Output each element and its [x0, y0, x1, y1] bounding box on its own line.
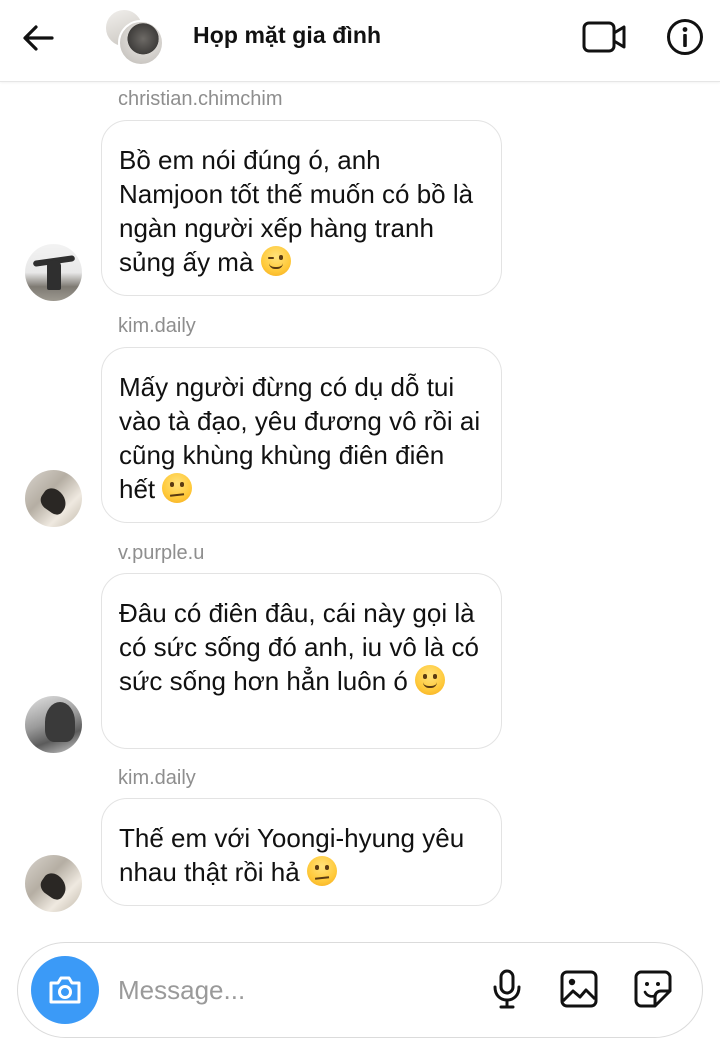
camera-button[interactable] — [31, 956, 99, 1024]
sticker-icon — [634, 970, 672, 1008]
video-camera-icon — [582, 21, 626, 53]
info-icon — [667, 19, 703, 55]
message-bubble[interactable]: Đâu có điên đâu, cái này gọi là có sức s… — [101, 573, 502, 749]
avatar[interactable] — [25, 855, 82, 912]
info-button[interactable] — [662, 14, 708, 60]
group-avatar[interactable] — [104, 8, 164, 66]
group-avatar-front — [118, 20, 164, 66]
back-button[interactable] — [18, 18, 58, 58]
chat-header: Họp mặt gia đình — [0, 0, 720, 82]
sender-name[interactable]: kim.daily — [118, 315, 196, 338]
sender-name[interactable]: christian.chimchim — [118, 88, 282, 111]
message-bubble[interactable]: Mấy người đừng có dụ dỗ tui vào tà đạo, … — [101, 347, 502, 523]
video-call-button[interactable] — [580, 14, 628, 60]
smiling-face-icon — [415, 665, 446, 695]
sender-name[interactable]: kim.daily — [118, 767, 196, 790]
message-composer — [17, 942, 703, 1038]
message-text: Bồ em nói đúng ó, anh Namjoon tốt thế mu… — [119, 145, 474, 277]
unamused-face-icon — [162, 473, 193, 503]
winking-face-icon — [260, 246, 291, 276]
microphone-icon — [493, 969, 521, 1009]
arrow-left-icon — [23, 25, 54, 51]
message-bubble[interactable]: Bồ em nói đúng ó, anh Namjoon tốt thế mu… — [101, 120, 502, 296]
message-text: Thế em với Yoongi-hyung yêu nhau thật rồ… — [119, 823, 465, 887]
sticker-button[interactable] — [630, 963, 676, 1015]
microphone-button[interactable] — [484, 963, 530, 1015]
avatar[interactable] — [25, 696, 82, 753]
sender-name[interactable]: v.purple.u — [118, 542, 204, 565]
gallery-icon — [560, 970, 598, 1008]
message-input[interactable] — [118, 967, 478, 1013]
camera-icon — [49, 976, 81, 1004]
chat-title[interactable]: Họp mặt gia đình — [193, 22, 381, 49]
avatar[interactable] — [25, 244, 82, 301]
avatar[interactable] — [25, 470, 82, 527]
gallery-button[interactable] — [556, 963, 602, 1015]
unamused-face-icon — [306, 856, 337, 886]
message-bubble[interactable]: Thế em với Yoongi-hyung yêu nhau thật rồ… — [101, 798, 502, 906]
